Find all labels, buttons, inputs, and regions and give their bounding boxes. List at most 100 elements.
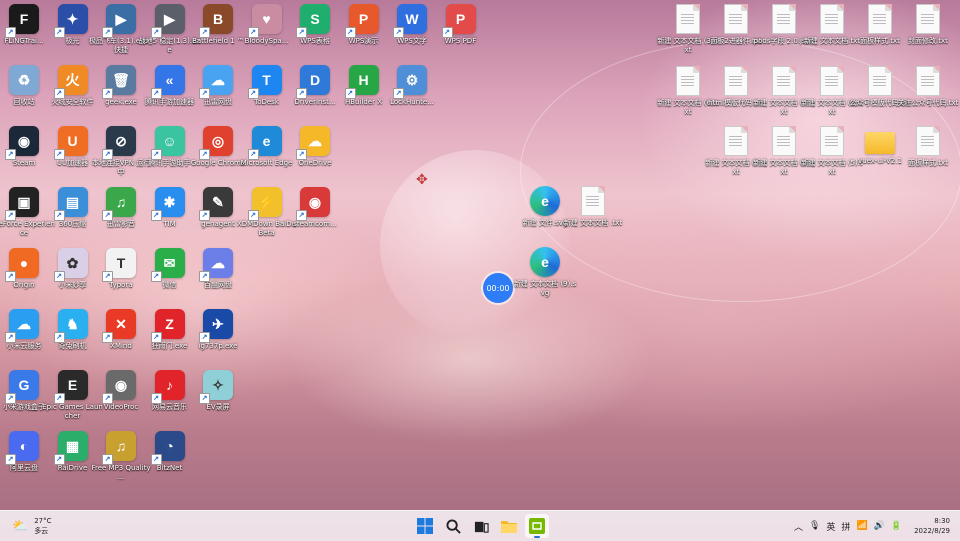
onedrive-icon: ☁ ↗ [296, 126, 330, 160]
hbuilder-icon: H ↗ [344, 65, 379, 99]
desktop-icon[interactable]: ☁ ↗ 百度网盘 [188, 248, 248, 290]
desktop-icon[interactable]: 关注公众号代码.txt [898, 66, 958, 108]
epic-icon: E ↗ [53, 370, 88, 404]
wifi-icon[interactable]: 📶 [856, 521, 867, 531]
fling-trainer-icon: F ↗ [5, 4, 39, 38]
desktop-icon-label: BitzNet [156, 464, 183, 472]
text-file-icon [724, 126, 748, 156]
360zip-icon: ▤ ↗ [53, 187, 88, 221]
game-icon: ▶ ↗ [150, 4, 185, 38]
desktop-icon[interactable]: 面板样式.txt [898, 126, 958, 168]
task-view-button[interactable] [469, 514, 493, 538]
baidu-drive-icon: ☁ ↗ [199, 248, 233, 282]
desktop-icon-label: WPS PDF [444, 37, 477, 45]
shortcut-arrow-icon: ↗ [53, 210, 65, 221]
desktop-icon-label: steamcom... [293, 220, 337, 228]
ime-mode-indicator[interactable]: 拼 [841, 520, 850, 533]
volume-icon[interactable]: 🔊 [874, 521, 885, 531]
desktop-icon[interactable]: ☁ ↗ OneDrive [285, 126, 345, 168]
desktop-icon-label: 封面修改.txt [908, 37, 948, 45]
battery-icon[interactable]: 🔋 [891, 521, 902, 531]
shortcut-arrow-icon: ↗ [344, 88, 356, 99]
search-button[interactable] [441, 514, 465, 538]
steamcommunity-icon: ◉ ↗ [296, 187, 330, 221]
text-file-icon [676, 66, 700, 96]
shortcut-arrow-icon: ↗ [102, 454, 113, 465]
lockhunter-icon: ⚙ ↗ [393, 65, 427, 99]
origin-icon: ● ↗ [5, 248, 39, 282]
timer-widget[interactable]: 00:00 [483, 273, 513, 303]
tencent-helper-icon: ☺ ↗ [150, 126, 185, 160]
text-file-icon [772, 126, 796, 156]
shortcut-arrow-icon: ↗ [296, 210, 307, 221]
desktop-icon[interactable]: 封面修改.txt [898, 4, 958, 46]
mouse-cursor-icon: ✥ [416, 172, 428, 188]
clock[interactable]: 8:30 2022/8/29 [914, 516, 950, 536]
search-icon [445, 518, 461, 534]
desktop-icon-label: 新建 文本文档 (9).svg [513, 280, 577, 297]
wps-pdf-icon: P ↗ [441, 4, 476, 38]
ig-icon: ✈ ↗ [199, 309, 233, 343]
shortcut-arrow-icon: ↗ [53, 271, 65, 282]
text-file-icon [724, 66, 748, 96]
wechat-icon: ✉ ↗ [150, 248, 185, 282]
desktop-icon[interactable]: e 新建 文本文档 (9).svg [513, 247, 577, 298]
shortcut-arrow-icon: ↗ [53, 393, 65, 404]
start-button[interactable] [413, 514, 437, 538]
cloud-drive-icon: ☁ ↗ [199, 65, 233, 99]
wallpaper-planet [380, 150, 570, 340]
shortcut-arrow-icon: ↗ [393, 27, 404, 38]
shortcut-arrow-icon: ↗ [53, 454, 65, 465]
weather-widget[interactable]: ⛅ 27°C 多云 [12, 516, 51, 536]
shortcut-arrow-icon: ↗ [247, 149, 259, 160]
shortcut-arrow-icon: ↗ [199, 332, 210, 343]
text-file-icon [820, 4, 844, 34]
typora-icon: T ↗ [102, 248, 136, 282]
show-hidden-icons-chevron-up-icon[interactable]: ︿ [794, 520, 803, 533]
desktop-icon-label: ig737p.exe [198, 342, 238, 350]
shortcut-arrow-icon: ↗ [102, 332, 113, 343]
text-file-icon [916, 66, 940, 96]
chrome-icon: ◎ ↗ [199, 126, 233, 160]
text-file-icon [820, 66, 844, 96]
desktop-icon[interactable]: 新建 文本文档 .txt [563, 186, 623, 228]
todesk-icon: T ↗ [247, 65, 282, 99]
desktop: ✥ 00:00 F ↗ FLiNGTrai... ✦ ↗ 极光 ▶ ↗ 极品飞车(3.1).ex… [0, 0, 960, 510]
bitznet-icon: ◔ ↗ [150, 431, 185, 465]
desktop-icon[interactable]: ⚙ ↗ LockHunte... [382, 65, 442, 107]
system-tray: ︿ 🎙 英 拼 📶 🔊 🔋 8:30 2022/8/29 [794, 514, 950, 538]
desktop-icon[interactable]: P ↗ WPS PDF [431, 4, 491, 46]
shortcut-arrow-icon: ↗ [150, 210, 162, 221]
taskbar: ⛅ 27°C 多云 ︿ 🎙 英 拼 📶 🔊 🔋 8:30 2022/8/29 [0, 510, 960, 541]
desktop-icon[interactable]: ◉ ↗ steamcom... [285, 187, 345, 229]
ev-record-icon: ✧ ↗ [199, 370, 233, 404]
edge-icon: e ↗ [247, 126, 282, 160]
geek-icon: 🗑 ↗ [102, 65, 136, 99]
netease-music-icon: ♪ ↗ [150, 370, 185, 404]
xmind-icon: ✕ ↗ [102, 309, 136, 343]
taskbar-apps [413, 514, 549, 538]
desktop-icon-label: OneDrive [298, 159, 332, 167]
desktop-icon-label: 新建 文本文档 .txt [563, 219, 623, 227]
file-explorer-button[interactable] [497, 514, 521, 538]
desktop-icon[interactable]: ✧ ↗ EV录屏 [188, 370, 248, 412]
windows-logo-icon [417, 518, 433, 534]
desktop-icon[interactable]: ✈ ↗ ig737p.exe [188, 309, 248, 351]
desktop-icon[interactable]: ◔ ↗ BitzNet [140, 431, 200, 473]
nvidia-app-button[interactable] [525, 514, 549, 538]
shortcut-arrow-icon: ↗ [199, 210, 210, 221]
shortcut-arrow-icon: ↗ [441, 27, 453, 38]
shortcut-arrow-icon: ↗ [5, 454, 16, 465]
shortcut-arrow-icon: ↗ [150, 88, 162, 99]
microphone-icon[interactable]: 🎙 [809, 521, 820, 531]
text-file-icon [581, 186, 605, 216]
shortcut-arrow-icon: ↗ [150, 27, 162, 38]
shortcut-arrow-icon: ↗ [247, 27, 259, 38]
shortcut-arrow-icon: ↗ [247, 210, 259, 221]
text-file-icon [772, 66, 796, 96]
folder-icon [865, 132, 895, 154]
aurora-icon: ✦ ↗ [53, 4, 88, 38]
desktop-icon-label: EV录屏 [206, 403, 230, 411]
anime-icon: ♥ ↗ [247, 4, 282, 38]
ime-language-indicator[interactable]: 英 [826, 520, 835, 533]
